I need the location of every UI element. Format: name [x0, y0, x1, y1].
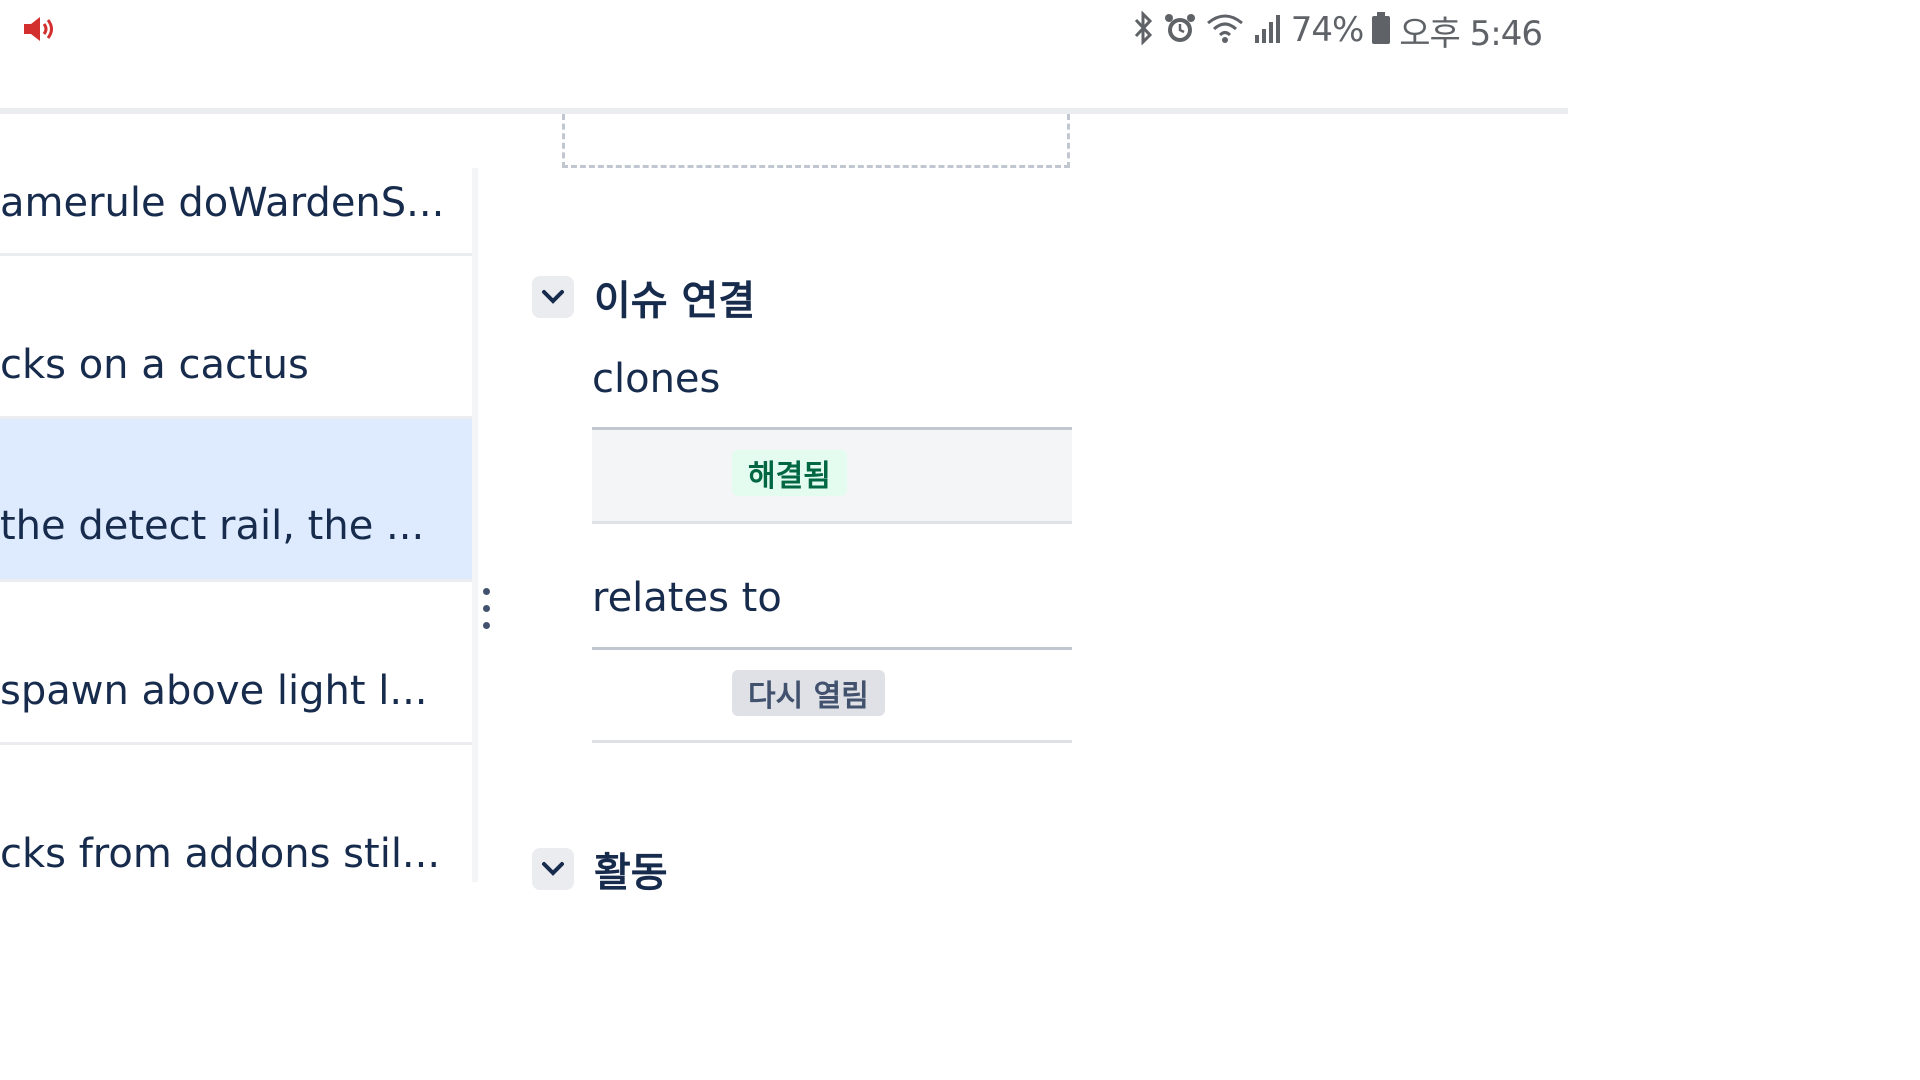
bluetooth-icon: [1131, 10, 1155, 49]
issue-list: amerule doWardenS... cks on a cactus the…: [0, 168, 472, 882]
resize-handle-icon[interactable]: [481, 588, 493, 634]
list-item[interactable]: amerule doWardenS...: [0, 168, 472, 256]
issue-links-header: 이슈 연결: [532, 268, 755, 326]
list-item[interactable]: spawn above light l...: [0, 582, 472, 745]
list-item-selected[interactable]: the detect rail, the ...: [0, 419, 472, 582]
chevron-down-icon: [542, 862, 564, 876]
panel-divider: [472, 168, 478, 882]
collapse-activity-button[interactable]: [532, 848, 574, 890]
list-item[interactable]: cks on a cactus: [0, 256, 472, 419]
link-type-label: clones: [592, 356, 721, 402]
dropzone-box[interactable]: [562, 114, 1070, 168]
list-item[interactable]: cks from addons stil...: [0, 745, 472, 882]
list-item-title: amerule doWardenS...: [0, 180, 445, 226]
status-bar: 74% 오후 5:46: [0, 0, 1568, 60]
section-title: 이슈 연결: [594, 278, 756, 324]
status-badge: 해결됨: [732, 450, 847, 496]
battery-percent: 74%: [1290, 10, 1365, 50]
link-type-label: relates to: [592, 575, 782, 621]
list-item-title: the detect rail, the ...: [0, 503, 425, 549]
status-badge: 다시 열림: [732, 670, 885, 716]
list-item-title: spawn above light l...: [0, 668, 428, 714]
wifi-icon: [1205, 11, 1245, 49]
signal-icon: [1253, 11, 1283, 49]
chevron-down-icon: [542, 290, 564, 304]
volume-icon: [22, 14, 56, 44]
linked-issue-row[interactable]: 해결됨: [592, 427, 1072, 524]
clock: 오후 5:46: [1399, 13, 1543, 54]
linked-issue-row[interactable]: 다시 열림: [592, 647, 1072, 743]
activity-header: 활동: [532, 840, 668, 898]
section-title: 활동: [594, 850, 668, 896]
list-item-title: cks on a cactus: [0, 342, 309, 388]
battery-icon: [1371, 11, 1391, 49]
alarm-icon: [1163, 11, 1197, 49]
list-item-title: cks from addons stil...: [0, 831, 441, 877]
collapse-issue-links-button[interactable]: [532, 276, 574, 318]
